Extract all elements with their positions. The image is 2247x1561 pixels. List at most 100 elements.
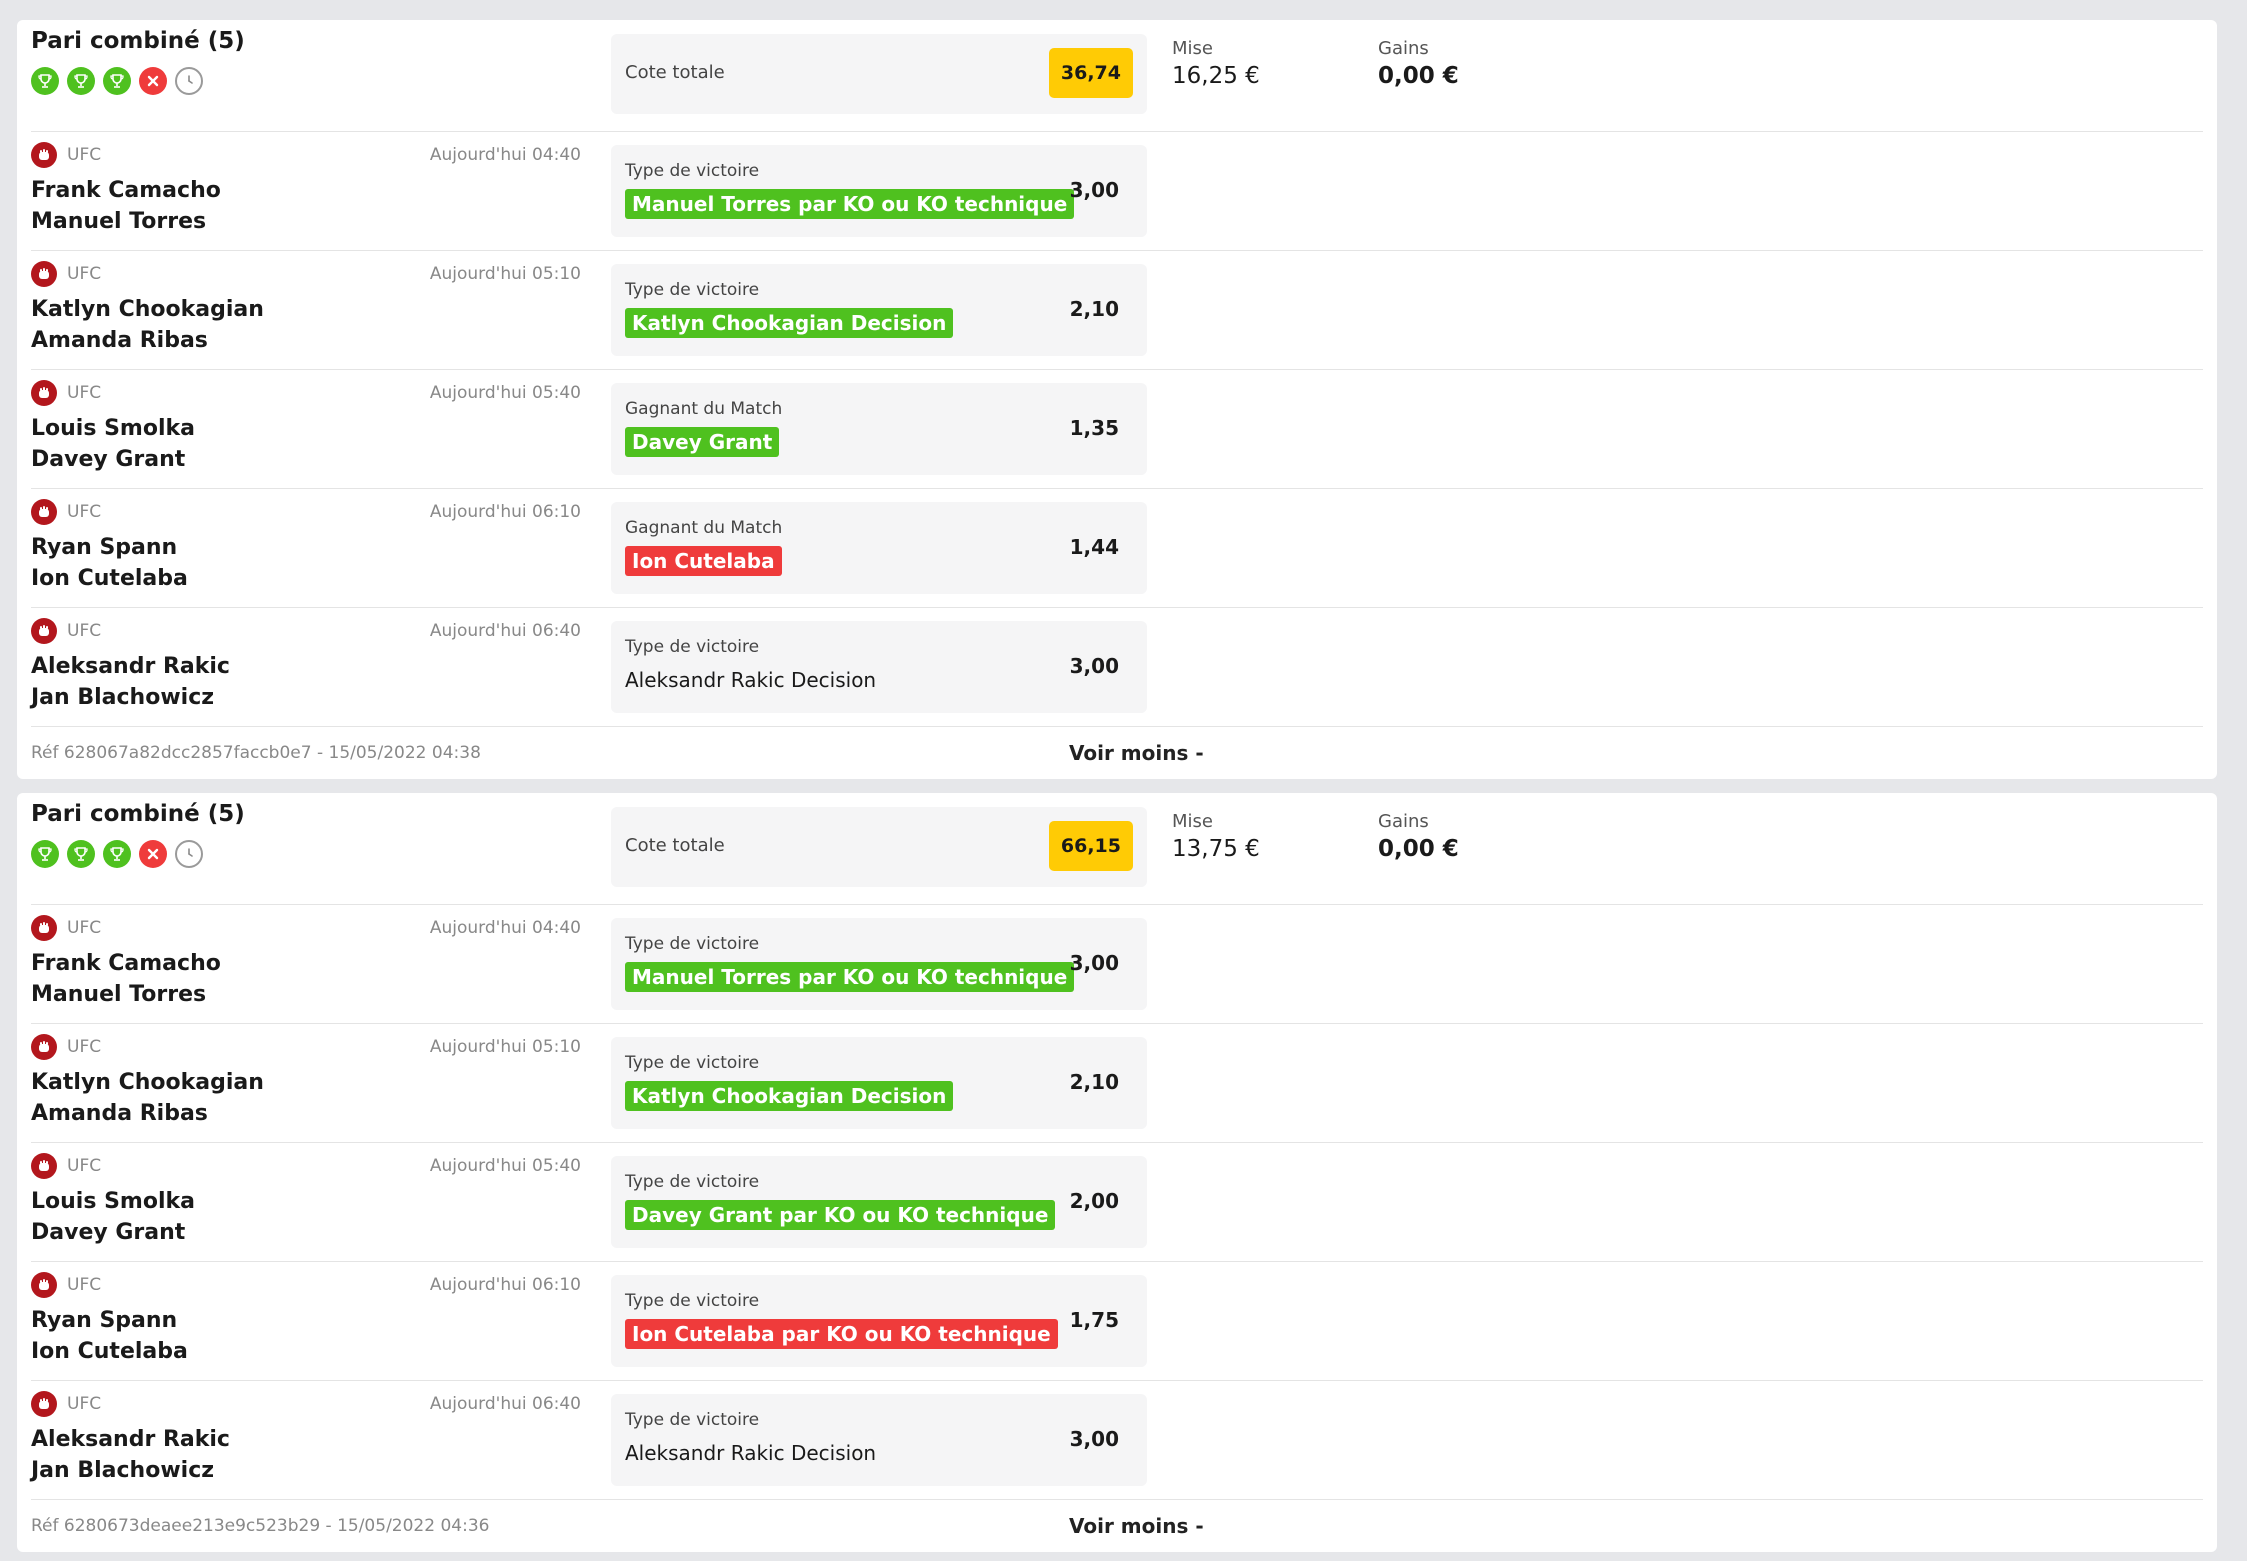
event-time: Aujourd'hui 06:40 (429, 621, 581, 641)
market-label: Type de victoire (625, 1172, 760, 1192)
event-time: Aujourd'hui 05:40 (429, 1156, 581, 1176)
stake-label: Mise (1172, 38, 1213, 59)
fighter-2: Ion Cutelaba (31, 1339, 188, 1364)
event-row: UFC Aujourd'hui 04:40 Frank Camacho Manu… (31, 905, 2203, 1024)
selection-box: Type de victoire Katlyn Chookagian Decis… (611, 264, 1147, 356)
stake-label: Mise (1172, 811, 1213, 832)
event-time: Aujourd'hui 06:10 (429, 502, 581, 522)
selection-odd: 3,00 (1069, 178, 1119, 202)
status-icons (31, 840, 203, 868)
sport-name: UFC (67, 502, 102, 522)
selection-pick: Katlyn Chookagian Decision (625, 1081, 954, 1111)
trophy-icon (103, 67, 131, 95)
selection-pick: Aleksandr Rakic Decision (625, 668, 877, 692)
selection-box: Type de victoire Aleksandr Rakic Decisio… (611, 1394, 1147, 1486)
stake-value: 13,75 € (1172, 836, 1260, 862)
bet-reference: Réf 6280673deaee213e9c523b29 - 15/05/202… (31, 1516, 490, 1536)
fighter-1: Aleksandr Rakic (31, 1427, 230, 1452)
trophy-icon (67, 840, 95, 868)
winnings-block: Gains 0,00 € (1378, 38, 1459, 89)
fighter-2: Davey Grant (31, 1220, 186, 1245)
selection-pick: Davey Grant par KO ou KO technique (625, 1200, 1056, 1230)
fighter-1: Frank Camacho (31, 951, 221, 976)
bet-header: Pari combiné (5) Cote totale 36,74 Mise … (31, 20, 2203, 132)
see-less-button[interactable]: Voir moins - (1069, 1514, 1204, 1538)
sport-name: UFC (67, 621, 102, 641)
selection-box: Type de victoire Manuel Torres par KO ou… (611, 918, 1147, 1010)
event-row: UFC Aujourd'hui 06:10 Ryan Spann Ion Cut… (31, 489, 2203, 608)
event-row: UFC Aujourd'hui 05:10 Katlyn Chookagian … (31, 251, 2203, 370)
fighter-1: Louis Smolka (31, 416, 195, 441)
fighter-2: Amanda Ribas (31, 1101, 208, 1126)
fighter-2: Jan Blachowicz (31, 685, 215, 710)
trophy-icon (103, 840, 131, 868)
close-icon (139, 840, 167, 868)
selection-pick: Katlyn Chookagian Decision (625, 308, 954, 338)
event-row: UFC Aujourd'hui 04:40 Frank Camacho Manu… (31, 132, 2203, 251)
stake-block: Mise 16,25 € (1172, 38, 1260, 89)
ufc-glove-icon (31, 915, 57, 941)
market-label: Gagnant du Match (625, 518, 783, 538)
fighter-1: Aleksandr Rakic (31, 654, 230, 679)
market-label: Type de victoire (625, 637, 760, 657)
total-odds-label: Cote totale (625, 835, 725, 856)
market-label: Type de victoire (625, 1410, 760, 1430)
ufc-glove-icon (31, 618, 57, 644)
event-time: Aujourd'hui 05:40 (429, 383, 581, 403)
event-row: UFC Aujourd'hui 06:40 Aleksandr Rakic Ja… (31, 608, 2203, 727)
fighter-2: Amanda Ribas (31, 328, 208, 353)
total-odds-label: Cote totale (625, 62, 725, 83)
sport-name: UFC (67, 1275, 102, 1295)
ufc-glove-icon (31, 499, 57, 525)
trophy-icon (31, 67, 59, 95)
bet-footer: Réf 628067a82dcc2857faccb0e7 - 15/05/202… (31, 727, 2203, 779)
selection-odd: 1,75 (1069, 1308, 1119, 1332)
selection-odd: 3,00 (1069, 951, 1119, 975)
fighter-1: Katlyn Chookagian (31, 1070, 264, 1095)
bet-card: Pari combiné (5) Cote totale 36,74 Mise … (17, 20, 2217, 779)
selection-odd: 3,00 (1069, 654, 1119, 678)
event-row: UFC Aujourd'hui 06:10 Ryan Spann Ion Cut… (31, 1262, 2203, 1381)
market-label: Gagnant du Match (625, 399, 783, 419)
market-label: Type de victoire (625, 161, 760, 181)
total-odds-badge: 36,74 (1048, 48, 1133, 98)
fighter-1: Katlyn Chookagian (31, 297, 264, 322)
ufc-glove-icon (31, 1391, 57, 1417)
selection-box: Gagnant du Match Davey Grant 1,35 (611, 383, 1147, 475)
event-time: Aujourd'hui 06:40 (429, 1394, 581, 1414)
status-icons (31, 67, 203, 95)
see-less-button[interactable]: Voir moins - (1069, 741, 1204, 765)
bet-title: Pari combiné (5) (31, 801, 245, 827)
selection-pick: Davey Grant (625, 427, 780, 457)
selection-box: Type de victoire Davey Grant par KO ou K… (611, 1156, 1147, 1248)
sport-name: UFC (67, 1394, 102, 1414)
trophy-icon (67, 67, 95, 95)
selection-box: Type de victoire Katlyn Chookagian Decis… (611, 1037, 1147, 1129)
selection-pick: Manuel Torres par KO ou KO technique (625, 189, 1075, 219)
sport-name: UFC (67, 1156, 102, 1176)
stake-value: 16,25 € (1172, 63, 1260, 89)
winnings-label: Gains (1378, 811, 1429, 832)
ufc-glove-icon (31, 261, 57, 287)
sport-name: UFC (67, 264, 102, 284)
selection-odd: 3,00 (1069, 1427, 1119, 1451)
total-odds-box: Cote totale 66,15 (611, 807, 1147, 887)
selection-box: Type de victoire Manuel Torres par KO ou… (611, 145, 1147, 237)
event-time: Aujourd'hui 05:10 (429, 1037, 581, 1057)
selection-pick: Ion Cutelaba par KO ou KO technique (625, 1319, 1058, 1349)
fighter-1: Louis Smolka (31, 1189, 195, 1214)
selection-odd: 2,10 (1069, 297, 1119, 321)
fighter-1: Frank Camacho (31, 178, 221, 203)
market-label: Type de victoire (625, 934, 760, 954)
sport-name: UFC (67, 383, 102, 403)
fighter-2: Davey Grant (31, 447, 186, 472)
fighter-2: Jan Blachowicz (31, 1458, 215, 1483)
bet-title: Pari combiné (5) (31, 28, 245, 54)
event-row: UFC Aujourd'hui 05:40 Louis Smolka Davey… (31, 370, 2203, 489)
sport-name: UFC (67, 1037, 102, 1057)
event-time: Aujourd'hui 05:10 (429, 264, 581, 284)
ufc-glove-icon (31, 142, 57, 168)
fighter-2: Manuel Torres (31, 209, 207, 234)
bet-footer: Réf 6280673deaee213e9c523b29 - 15/05/202… (31, 1500, 2203, 1552)
fighter-2: Ion Cutelaba (31, 566, 188, 591)
